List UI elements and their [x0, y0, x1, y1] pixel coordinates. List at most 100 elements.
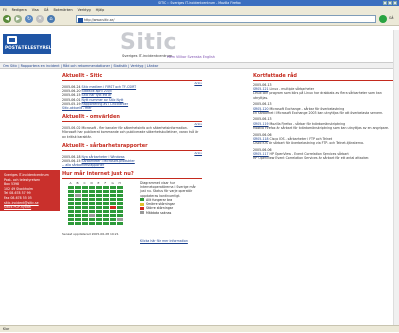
- menu-item-bookmarks[interactable]: Bokmärken: [53, 8, 72, 12]
- grid-cell: [89, 205, 95, 210]
- advisory-note: Linux och program som körs på Linux har …: [253, 91, 382, 100]
- home-icon[interactable]: ⌂: [47, 15, 55, 23]
- grid-cell: [82, 197, 88, 202]
- grid-column-header: G: [111, 180, 114, 185]
- grid-cell: [96, 189, 102, 194]
- grid-cell: [82, 217, 88, 222]
- grid-cell: [82, 209, 88, 214]
- grid-cell: [117, 217, 123, 222]
- legend-item: Mätdata saknas: [140, 211, 202, 215]
- grid-cell: [117, 201, 123, 206]
- grid-cell: [89, 185, 95, 190]
- advisory-note: En sårbarhet i Microsoft Exchange 2003 k…: [253, 110, 384, 115]
- contact-line: Sveriges IT-incidentcentrum: [4, 173, 49, 177]
- right-column: Kortfattade råd 2005-06-13 SR05-121 Linu…: [253, 69, 395, 160]
- legend-swatch: [140, 206, 144, 210]
- grid-column-header: D: [90, 180, 93, 185]
- contact-box: Sveriges IT-incidentcentrum Post- och te…: [0, 170, 60, 211]
- browser-window: SITIC :: Sveriges IT-incidentcentrum - M…: [0, 0, 399, 332]
- favicon-icon: [78, 17, 83, 23]
- grid-cell: [75, 205, 81, 210]
- stop-icon[interactable]: ✕: [36, 15, 44, 23]
- menu-item-go[interactable]: Gå: [44, 8, 49, 12]
- forward-icon[interactable]: ▶: [14, 15, 22, 23]
- grid-cell: [82, 185, 88, 190]
- vuln-more-link[interactable]: -- alla sårbarhetsrapporter: [62, 163, 104, 167]
- grid-column-header: B: [76, 180, 79, 185]
- status-legend: Allt fungerar bra Smärre störningar Stör…: [140, 198, 202, 215]
- grid-cell: [75, 221, 81, 226]
- grid-cell: [96, 201, 102, 206]
- address-url: http://www.sitic.se/: [84, 18, 115, 22]
- left-sidebar: Sveriges IT-incidentcentrum Post- och te…: [0, 69, 60, 325]
- menu-item-help[interactable]: Hjälp: [96, 8, 105, 12]
- grid-cell: [82, 201, 88, 206]
- go-icon[interactable]: [379, 15, 387, 23]
- advisory-link[interactable]: SR05-120: [253, 107, 269, 111]
- pts-logo[interactable]: POST&TELESTYRELSEN: [3, 34, 61, 54]
- grid-cell: [82, 213, 88, 218]
- grid-cell: [110, 205, 116, 210]
- grid-column-header: C: [83, 180, 86, 185]
- grid-cell: [117, 209, 123, 214]
- menu-item-view[interactable]: Visa: [32, 8, 39, 12]
- grid-cell: [117, 189, 123, 194]
- advisory-note: Mozilla Firefox är sårbart för tvärdomän…: [253, 125, 389, 130]
- grid-cell: [75, 209, 81, 214]
- grid-cell: [75, 197, 81, 202]
- grid-column-header: H: [118, 180, 121, 185]
- grid-column-header: E: [97, 180, 100, 185]
- pts-logo-text: POST&TELESTYRELSEN: [5, 45, 62, 50]
- minimize-button[interactable]: [383, 1, 387, 5]
- grid-cell: [75, 185, 81, 190]
- grid-cell: [103, 217, 109, 222]
- grid-cell: [68, 189, 74, 194]
- grid-cell: [96, 209, 102, 214]
- window-title: SITIC :: Sveriges IT-incidentcentrum - M…: [158, 1, 241, 5]
- status-more-link[interactable]: Klicka här för mer information: [140, 239, 188, 243]
- maximize-button[interactable]: [388, 1, 392, 5]
- menu-item-tools[interactable]: Verktyg: [78, 8, 91, 12]
- grid-cell: [89, 209, 95, 214]
- grid-cell: [117, 197, 123, 202]
- grid-cell: [117, 185, 123, 190]
- grid-cell: [96, 185, 102, 190]
- reload-icon[interactable]: ↻: [25, 15, 33, 23]
- back-icon[interactable]: ◀: [3, 15, 11, 23]
- internet-status-description: Diagrammet visar hur Internetoperatörern…: [140, 180, 196, 198]
- menu-item-edit[interactable]: Redigera: [12, 8, 27, 12]
- grid-cell: [103, 185, 109, 190]
- legend-swatch: [140, 198, 144, 202]
- menu-bar: Fil Redigera Visa Gå Bokmärken Verktyg H…: [0, 6, 399, 13]
- grid-cell: [103, 189, 109, 194]
- grid-cell: [68, 197, 74, 202]
- news-more-link[interactable]: Sitic-aktuellt - mer: [62, 106, 92, 110]
- advisory-note: HP OpenView Event Correlation Services ä…: [253, 156, 370, 161]
- grid-cell: [68, 185, 74, 190]
- pgp-key-link[interactable]: Sitics PGP-nyckel: [4, 205, 56, 210]
- advisory-note: Cisco IOS är sårbart för överbelastning …: [253, 140, 364, 145]
- grid-cell: [110, 221, 116, 226]
- site-navbar[interactable]: Om Sitic | Rapportera en incident | Råd …: [0, 62, 399, 69]
- site-banner: POST&TELESTYRELSEN Sitic Sveriges IT-inc…: [0, 30, 399, 62]
- close-button[interactable]: [393, 1, 397, 5]
- grid-cell: [82, 189, 88, 194]
- language-links[interactable]: Hem Villkor Svenska English: [167, 55, 215, 59]
- grid-cell: [75, 217, 81, 222]
- grid-cell: [82, 221, 88, 226]
- grid-cell: [110, 213, 116, 218]
- grid-cell: [68, 221, 74, 226]
- grid-cell: [110, 193, 116, 198]
- grid-cell: [117, 213, 123, 218]
- address-bar[interactable]: http://www.sitic.se/: [76, 15, 376, 23]
- grid-cell: [68, 201, 74, 206]
- legend-swatch: [140, 202, 144, 206]
- vuln-more: -- alla sårbarhetsrapporter: [62, 163, 202, 167]
- vertical-scrollbar[interactable]: [393, 30, 399, 325]
- grid-cell: [82, 193, 88, 198]
- go-label[interactable]: Gå: [389, 16, 393, 20]
- grid-cell: [103, 209, 109, 214]
- grid-cell: [96, 197, 102, 202]
- pts-logo-mark-icon: [7, 36, 17, 44]
- menu-item-file[interactable]: Fil: [3, 8, 7, 12]
